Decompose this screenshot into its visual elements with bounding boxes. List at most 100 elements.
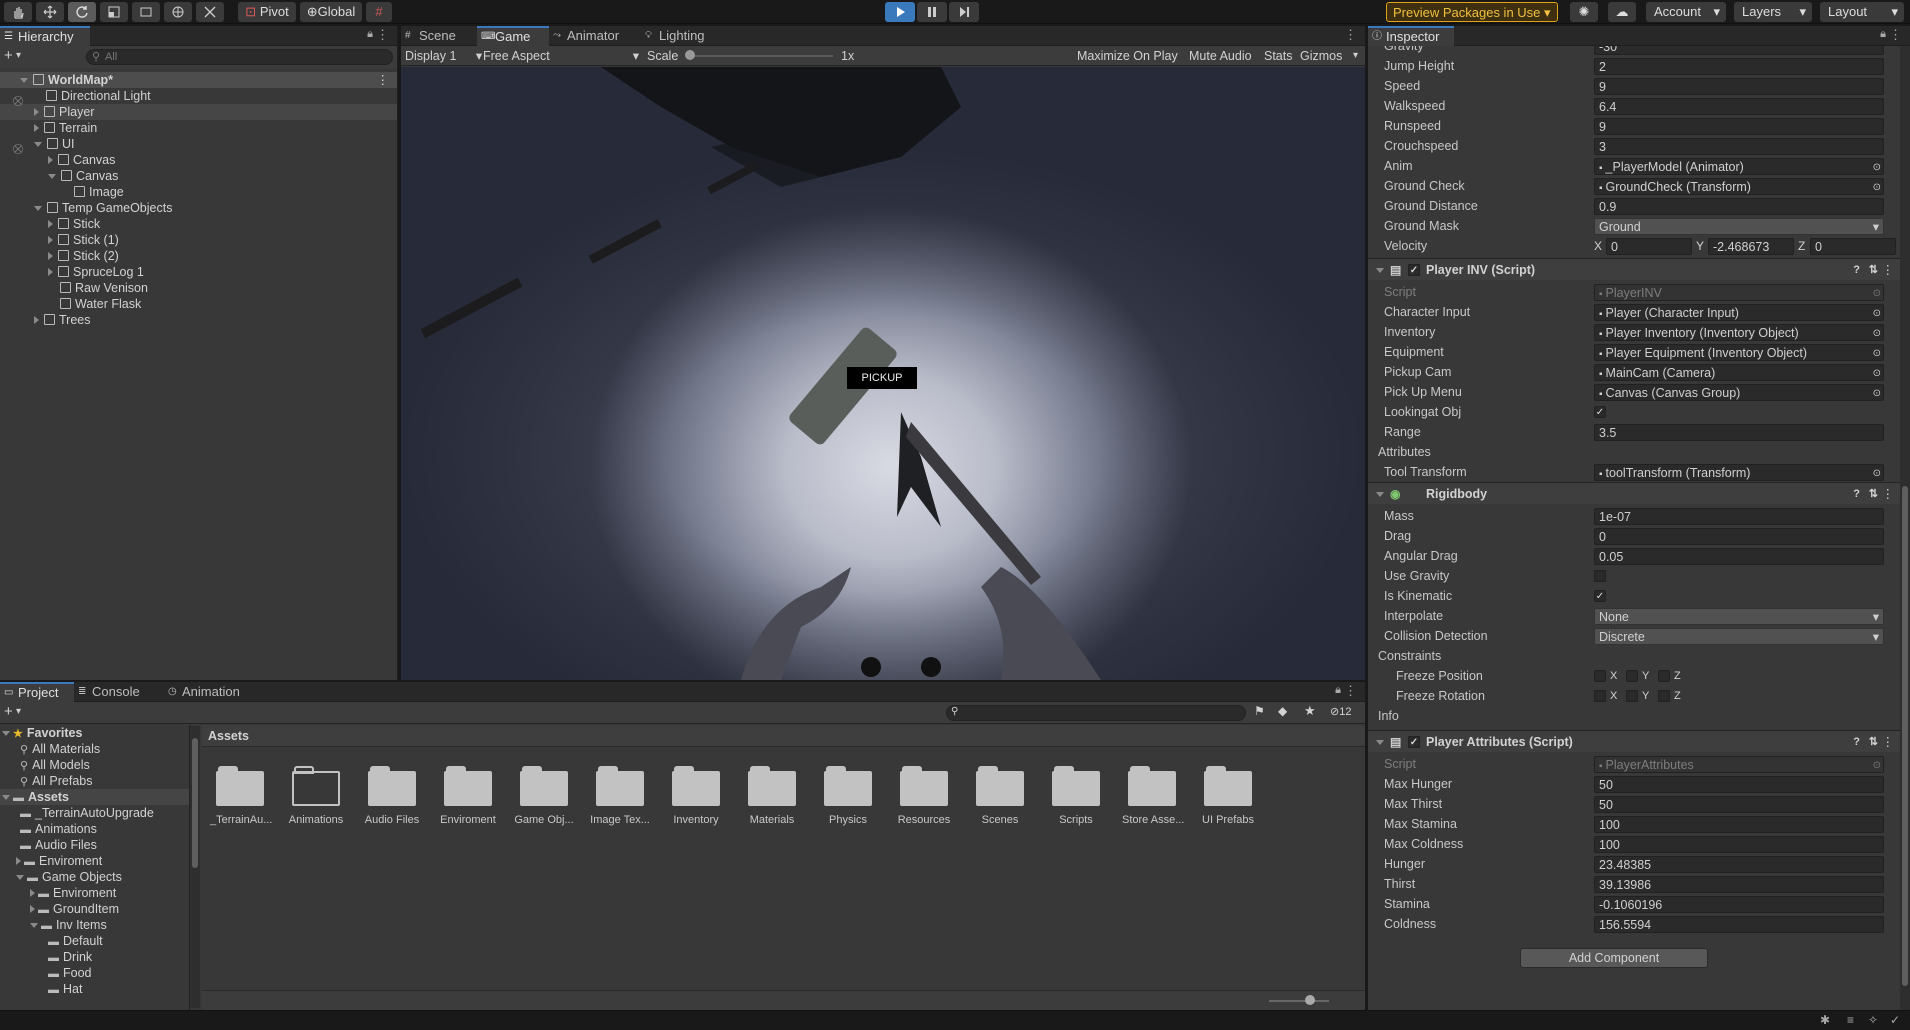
project-tree-item[interactable]: ⚲ All Materials (0, 741, 189, 757)
cache-icon[interactable]: ≡ (1847, 1013, 1854, 1027)
expand-arrow-icon[interactable] (48, 252, 53, 260)
asset-folder[interactable]: Scripts (1046, 766, 1106, 826)
cloud-icon[interactable]: ☁ (1608, 2, 1636, 22)
value-field[interactable]: 100 (1594, 816, 1884, 833)
tab-animator[interactable]: ⤳ Animator (549, 26, 641, 46)
account-dropdown[interactable]: Account ▾ (1646, 2, 1726, 22)
value-field[interactable]: 23.48385 (1594, 856, 1884, 873)
rect-tool-icon[interactable] (132, 2, 160, 22)
asset-folder[interactable]: _TerrainAu... (210, 766, 272, 826)
hand-tool-icon[interactable] (4, 2, 32, 22)
value-field[interactable]: 0 (1594, 528, 1884, 545)
asset-folder[interactable]: UI Prefabs (1198, 766, 1258, 826)
move-tool-icon[interactable] (36, 2, 64, 22)
object-reference-field[interactable]: ▪ toolTransform (Transform) ⊙ (1594, 464, 1884, 481)
dropdown-arrow-icon[interactable]: ▾ (16, 706, 21, 717)
project-tree-item[interactable]: ▬ Animations (0, 821, 189, 837)
hierarchy-item[interactable]: WorldMap* ⋮ (0, 72, 397, 88)
tab-inspector[interactable]: ⓘ Inspector (1368, 26, 1454, 46)
auto-generate-lighting-icon[interactable]: ✧ (1868, 1013, 1878, 1027)
project-tree-item[interactable]: ▬ Assets (0, 789, 189, 805)
play-button[interactable] (885, 2, 915, 22)
zoom-slider-thumb[interactable] (1305, 995, 1315, 1005)
dropdown-arrow-icon[interactable]: ▾ (16, 50, 21, 61)
preset-icon[interactable]: ⇅ (1869, 259, 1878, 281)
constraint-checkbox[interactable] (1658, 670, 1670, 682)
preset-icon[interactable]: ⇅ (1869, 483, 1878, 505)
vector-component-field[interactable]: 0 (1810, 238, 1896, 255)
project-tree-item[interactable]: ▬ Inv Items (0, 917, 189, 933)
kebab-menu-icon[interactable]: ⋮ (376, 27, 389, 43)
project-tree-item[interactable]: ⚲ All Models (0, 757, 189, 773)
kebab-menu-icon[interactable]: ⋮ (1882, 731, 1895, 753)
expand-arrow-icon[interactable] (34, 124, 39, 132)
checkbox[interactable]: ✓ (1594, 406, 1606, 418)
add-component-button[interactable]: Add Component (1520, 948, 1708, 968)
enabled-checkbox[interactable]: ✓ (1408, 736, 1420, 748)
dropdown-field[interactable]: None ▾ (1594, 608, 1884, 625)
scale-slider-thumb[interactable] (685, 50, 695, 60)
component-header[interactable]: ◉ Rigidbody? ⇅ ⋮ (1368, 482, 1900, 504)
expand-arrow-icon[interactable] (48, 268, 53, 276)
expand-arrow-icon[interactable] (30, 923, 38, 928)
favorite-star-icon[interactable]: ★ (1304, 703, 1316, 719)
preview-packages-button[interactable]: Preview Packages in Use ▾ (1386, 2, 1558, 22)
foldout-arrow-icon[interactable] (1376, 492, 1384, 497)
expand-arrow-icon[interactable] (34, 316, 39, 324)
expand-arrow-icon[interactable] (48, 236, 53, 244)
add-plus-icon[interactable]: + (4, 47, 13, 64)
gizmos-dropdown[interactable]: Gizmos (1300, 46, 1342, 66)
object-reference-field[interactable]: ▪ Player (Character Input) ⊙ (1594, 304, 1884, 321)
kebab-menu-icon[interactable]: ⋮ (1344, 683, 1357, 699)
asset-folder[interactable]: Resources (894, 766, 954, 826)
dropdown-field[interactable]: Ground ▾ (1594, 218, 1884, 235)
expand-arrow-icon[interactable] (30, 905, 35, 913)
add-plus-icon[interactable]: + (4, 703, 13, 720)
hierarchy-item[interactable]: Terrain (0, 120, 397, 136)
object-picker-icon[interactable]: ⊙ (1873, 465, 1881, 480)
hierarchy-item[interactable]: Canvas (0, 152, 397, 168)
hierarchy-item[interactable]: Directional Light (0, 88, 397, 104)
object-reference-field[interactable]: ▪ Player Equipment (Inventory Object) ⊙ (1594, 344, 1884, 361)
object-picker-icon[interactable]: ⊙ (1873, 365, 1881, 380)
help-icon[interactable]: ? (1853, 259, 1860, 281)
lock-icon[interactable]: 🔒︎ (1880, 28, 1886, 41)
asset-folder[interactable]: Physics (818, 766, 878, 826)
value-field[interactable]: -30 (1594, 46, 1884, 55)
expand-arrow-icon[interactable] (2, 795, 10, 800)
mute-audio-toggle[interactable]: Mute Audio (1189, 46, 1252, 66)
hierarchy-item[interactable]: Stick (2) (0, 248, 397, 264)
lock-icon[interactable]: 🔒︎ (1335, 684, 1341, 697)
hidden-packages-icon[interactable]: ⊘12 (1330, 705, 1351, 718)
layout-dropdown[interactable]: Layout ▾ (1820, 2, 1904, 22)
object-picker-icon[interactable]: ⊙ (1873, 159, 1881, 174)
value-field[interactable]: 39.13986 (1594, 876, 1884, 893)
foldout-arrow-icon[interactable] (1376, 740, 1384, 745)
expand-arrow-icon[interactable] (48, 220, 53, 228)
pivot-toggle[interactable]: ⊡ Pivot (238, 2, 296, 22)
object-picker-icon[interactable]: ⊙ (1873, 179, 1881, 194)
project-tree-item[interactable]: ▬ Game Objects (0, 869, 189, 885)
debug-icon[interactable]: ✱ (1820, 1013, 1830, 1027)
object-picker-icon[interactable]: ⊙ (1873, 757, 1881, 772)
expand-arrow-icon[interactable] (16, 857, 21, 865)
value-field[interactable]: 100 (1594, 836, 1884, 853)
custom-tool-icon[interactable] (196, 2, 224, 22)
preset-icon[interactable]: ⇅ (1869, 731, 1878, 753)
inspector-scrollbar[interactable] (1900, 46, 1910, 1010)
global-toggle[interactable]: ⊕Global (300, 2, 362, 22)
asset-folder[interactable]: Game Obj... (514, 766, 574, 826)
visibility-hidden-icon[interactable]: ⛒ (13, 144, 23, 155)
layers-dropdown[interactable]: Layers ▾ (1734, 2, 1812, 22)
tab-scene[interactable]: # Scene (401, 26, 477, 46)
expand-arrow-icon[interactable] (34, 206, 42, 211)
dropdown-field[interactable]: Discrete ▾ (1594, 628, 1884, 645)
object-reference-field[interactable]: ▪ Canvas (Canvas Group) ⊙ (1594, 384, 1884, 401)
value-field[interactable]: 50 (1594, 796, 1884, 813)
help-icon[interactable]: ? (1853, 731, 1860, 753)
tab-project[interactable]: ▭ Project (0, 682, 74, 702)
maximize-on-play-toggle[interactable]: Maximize On Play (1077, 46, 1178, 66)
expand-arrow-icon[interactable] (2, 731, 10, 736)
checkbox[interactable] (1594, 570, 1606, 582)
asset-folder[interactable]: Image Tex... (590, 766, 650, 826)
